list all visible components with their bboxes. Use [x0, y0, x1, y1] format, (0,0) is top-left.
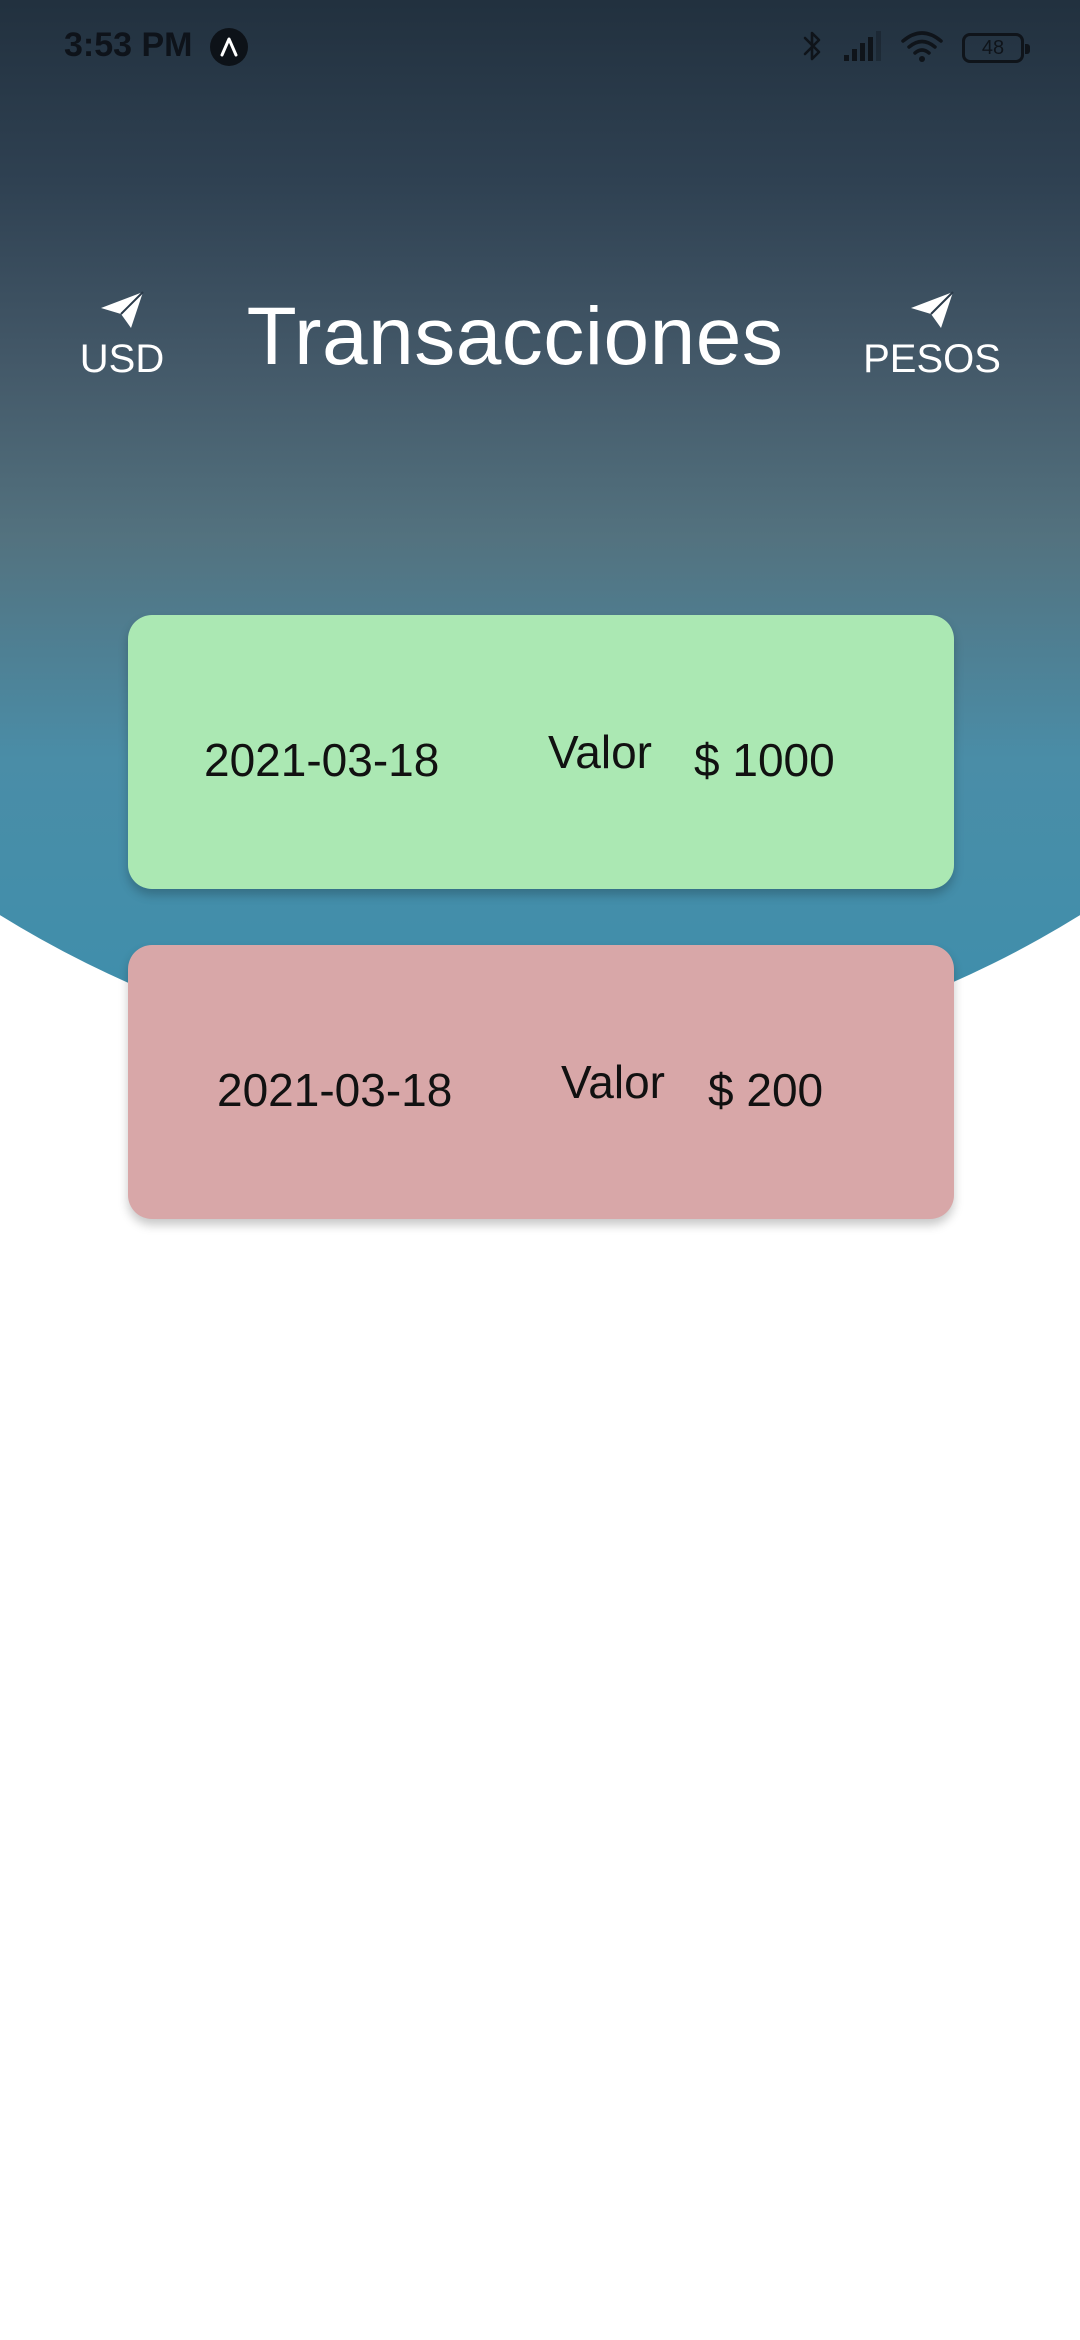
transaction-card[interactable]: 2021-03-18 Valor $ 200	[128, 945, 954, 1219]
bluetooth-icon	[800, 27, 824, 70]
transaction-date: 2021-03-18	[217, 1064, 453, 1116]
usd-button[interactable]: USD	[60, 290, 184, 382]
pesos-button-label: PESOS	[863, 337, 1001, 381]
transaction-amount: $ 200	[708, 1064, 824, 1116]
send-icon	[99, 290, 145, 335]
signal-icon	[842, 29, 882, 68]
transaction-value-label: Valor	[548, 726, 652, 778]
pesos-button[interactable]: PESOS	[858, 290, 1006, 382]
status-bar: 3:53 PM 48	[0, 0, 1080, 96]
app-screen: 3:53 PM 48 USD Transacciones PESOS 2021-…	[0, 0, 1080, 2340]
page-title: Transacciones	[246, 291, 784, 382]
usd-button-label: USD	[79, 337, 165, 381]
battery-icon: 48	[962, 33, 1030, 63]
wifi-icon	[900, 29, 944, 68]
status-icons: 48	[800, 26, 1030, 70]
header-background	[0, 0, 1080, 1070]
transaction-amount: $ 1000	[694, 734, 835, 786]
transaction-card[interactable]: 2021-03-18 Valor $ 1000	[128, 615, 954, 889]
status-time: 3:53 PM	[64, 26, 193, 64]
app-notification-icon	[210, 28, 248, 66]
transaction-value-label: Valor	[561, 1056, 665, 1108]
battery-level: 48	[981, 36, 1005, 59]
send-icon	[909, 290, 955, 335]
transaction-date: 2021-03-18	[204, 734, 440, 786]
